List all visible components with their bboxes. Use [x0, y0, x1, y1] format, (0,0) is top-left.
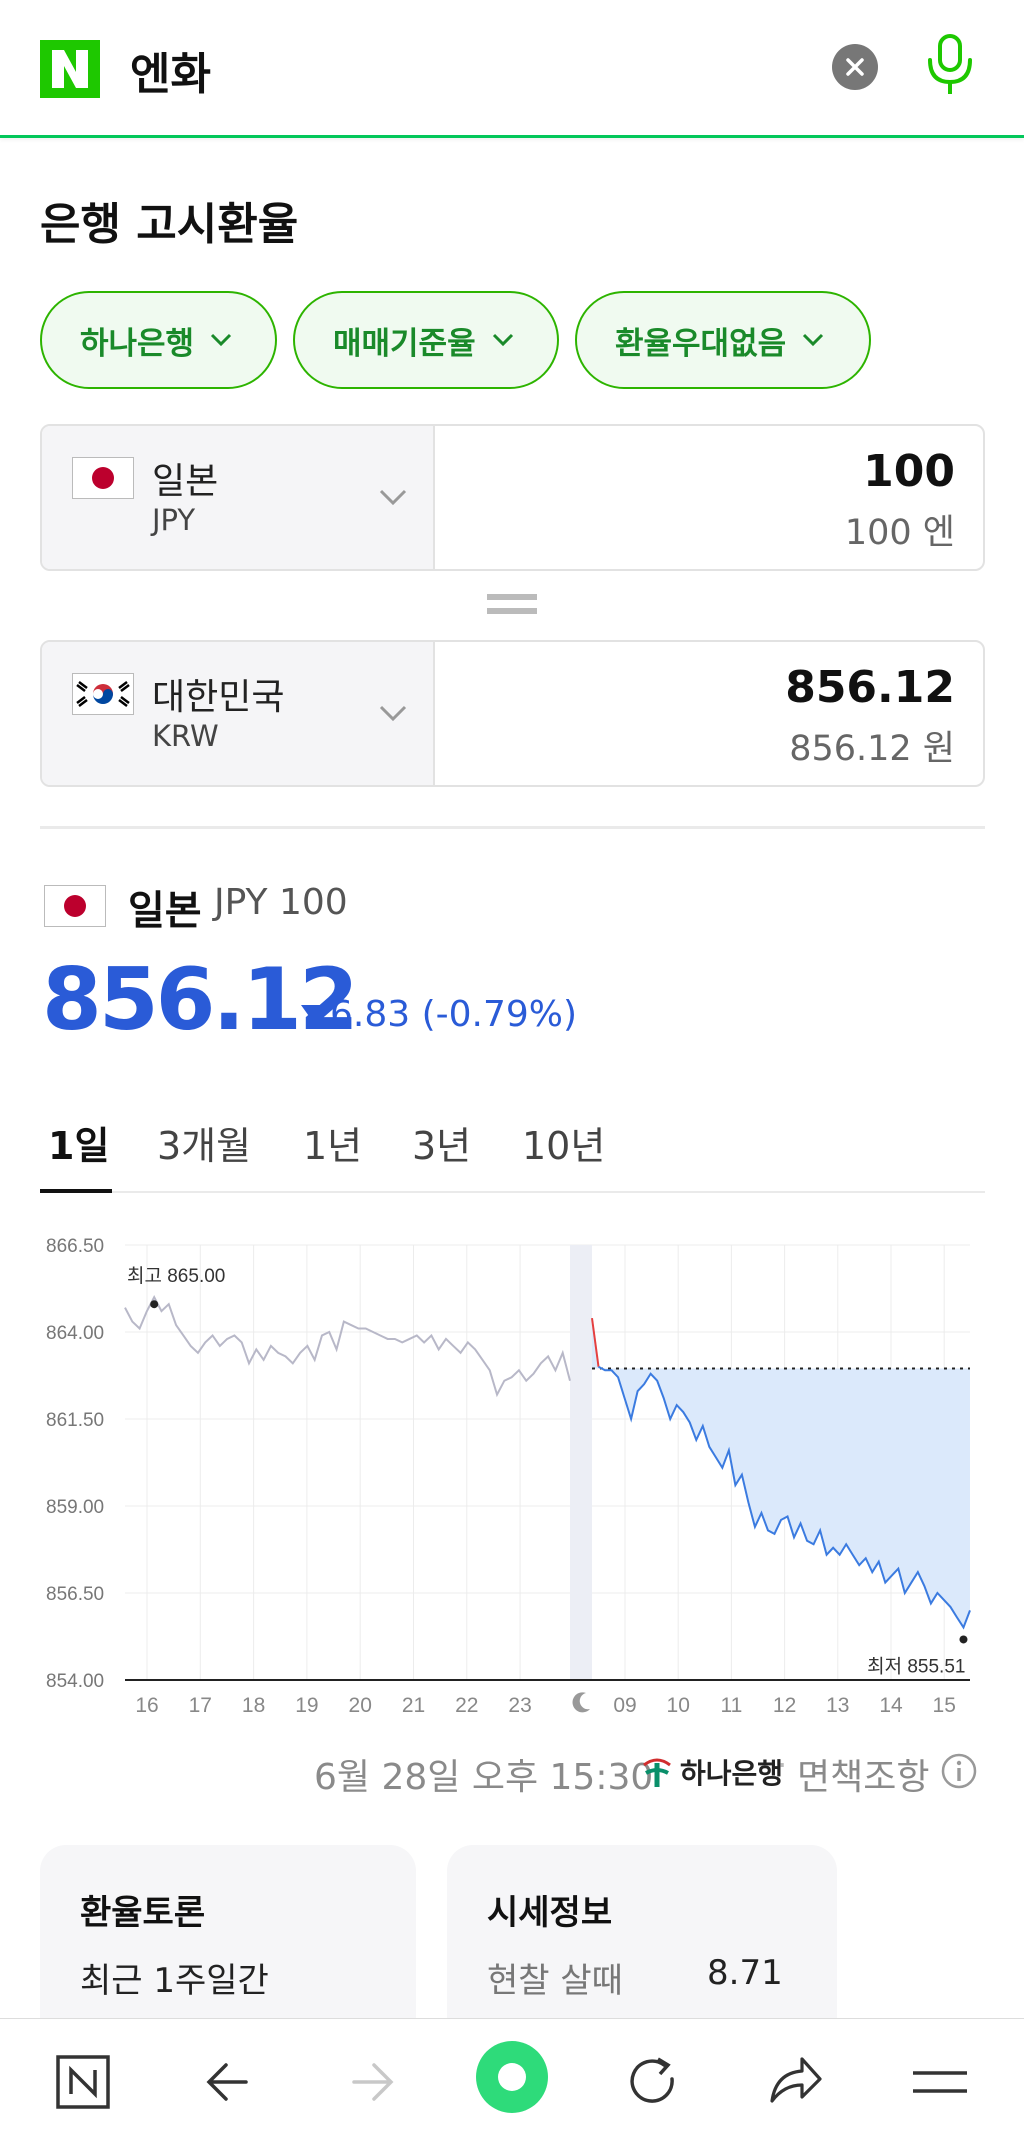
x-tick-label: 22 [455, 1694, 478, 1717]
to-country: 대한민국 [152, 677, 285, 718]
tab-1y[interactable]: 1년 [303, 1115, 362, 1170]
hana-bank-name: 하나은행 [680, 1757, 784, 1790]
high-label: 최고 865.00 [127, 1265, 225, 1287]
rate-value: 856.12 [42, 950, 359, 1050]
market-info-label: 현찰 살때 [487, 1961, 623, 2001]
to-amount-text: 856.12 원 [789, 729, 955, 769]
korea-flag-icon [72, 673, 134, 715]
y-tick-label: 866.50 [46, 1236, 104, 1257]
low-marker [959, 1635, 968, 1644]
from-country: 일본 [152, 461, 219, 502]
refresh-icon[interactable] [620, 2049, 686, 2115]
low-label: 최저 855.51 [867, 1655, 965, 1677]
x-tick-label: 10 [667, 1694, 690, 1717]
x-tick-label: 12 [773, 1694, 796, 1717]
x-tick-label: 09 [613, 1694, 636, 1717]
chevron-down-icon [379, 489, 407, 506]
chevron-down-icon [803, 333, 824, 347]
hana-logo-icon [643, 1758, 671, 1787]
search-header: 엔화 [0, 0, 1024, 138]
rate-code: JPY 100 [214, 882, 348, 923]
to-code: KRW [152, 719, 219, 753]
x-tick-label: 19 [295, 1694, 318, 1717]
home-n-icon[interactable] [50, 2049, 116, 2115]
period-tabs: 1일 3개월 1년 3년 10년 [40, 1105, 985, 1193]
section-title: 은행 고시환율 [40, 199, 299, 250]
y-tick-label: 856.50 [46, 1584, 104, 1605]
x-tick-label: 13 [826, 1694, 849, 1717]
x-tick-label: 11 [720, 1694, 742, 1717]
mic-icon[interactable] [920, 30, 980, 102]
to-amount-input[interactable]: 856.12 [785, 662, 955, 713]
equals-icon [487, 594, 537, 614]
chevron-down-icon [211, 333, 232, 347]
bank-filter-chip[interactable]: 하나은행 [40, 291, 277, 389]
from-amount-text: 100 엔 [844, 513, 955, 553]
market-info-title: 시세정보 [487, 1893, 613, 1933]
separator-dot: · [777, 1746, 788, 1784]
bottom-nav-bar [0, 2018, 1024, 2145]
x-tick-label: 16 [135, 1694, 158, 1717]
exchange-rate-chart[interactable]: 16 17 18 19 20 21 22 23 09 10 11 12 13 14 15 866.50 864.… [0, 1220, 1024, 1740]
active-tab-indicator [40, 1189, 112, 1193]
previous-day-line [124, 1295, 571, 1398]
y-tick-label: 864.00 [46, 1323, 104, 1344]
n-logo-icon[interactable] [40, 40, 100, 98]
preference-chip[interactable]: 환율우대없음 [575, 291, 871, 389]
discussion-text: 최근 1주일간 [80, 1961, 269, 2001]
down-triangle-icon [301, 1005, 321, 1019]
chart-timestamp: 6월 28일 오후 15:30 [314, 1757, 654, 1798]
rate-type-chip[interactable]: 매매기준율 [293, 291, 559, 389]
clear-icon[interactable] [832, 44, 878, 90]
tab-10y[interactable]: 10년 [522, 1115, 605, 1170]
green-dot-icon[interactable] [472, 2037, 552, 2117]
share-icon[interactable] [762, 2049, 828, 2115]
tab-3y[interactable]: 3년 [412, 1115, 471, 1170]
disclaimer-link[interactable]: 면책조항 [797, 1748, 929, 1800]
converter-to: 대한민국 KRW 856.12 856.12 원 [40, 640, 985, 787]
info-icon[interactable] [940, 1752, 978, 1790]
tab-3m[interactable]: 3개월 [157, 1115, 251, 1170]
chevron-down-icon [492, 333, 513, 347]
from-currency-select[interactable]: 일본 JPY [42, 426, 435, 569]
to-currency-select[interactable]: 대한민국 KRW [42, 642, 435, 785]
rate-change: 6.83 (-0.79%) [330, 994, 578, 1035]
high-marker [150, 1300, 159, 1309]
x-tick-label: 14 [879, 1694, 903, 1717]
x-tick-label: 21 [402, 1694, 425, 1717]
y-tick-label: 859.00 [46, 1497, 104, 1518]
x-tick-label: 18 [242, 1694, 265, 1717]
japan-flag-icon [44, 885, 106, 927]
market-closed-band [570, 1245, 592, 1680]
search-input[interactable]: 엔화 [130, 38, 211, 102]
converter-from: 일본 JPY 100 100 엔 [40, 424, 985, 571]
x-tick-label: 20 [349, 1694, 372, 1717]
y-tick-label: 861.50 [46, 1410, 104, 1431]
x-tick-label: 17 [189, 1694, 212, 1717]
from-amount-input[interactable]: 100 [863, 446, 955, 497]
market-info-value: 8.71 [707, 1953, 783, 1993]
japan-flag-icon [72, 457, 134, 499]
rate-type-label: 매매기준율 [333, 325, 476, 362]
tab-1d[interactable]: 1일 [48, 1115, 109, 1170]
x-tick-label: 15 [933, 1694, 956, 1717]
rate-country: 일본 [128, 888, 202, 934]
forward-arrow-icon[interactable] [338, 2049, 404, 2115]
chevron-down-icon [379, 705, 407, 722]
back-arrow-icon[interactable] [196, 2049, 262, 2115]
menu-icon[interactable] [907, 2049, 973, 2115]
hana-bank-logo: 하나은행 [640, 1752, 783, 1792]
discussion-title: 환율토론 [80, 1893, 206, 1933]
x-tick-label: 23 [508, 1694, 531, 1717]
moon-icon [572, 1692, 590, 1713]
from-code: JPY [152, 503, 196, 537]
bank-filter-label: 하나은행 [80, 325, 195, 362]
section-divider [40, 826, 985, 829]
y-tick-label: 854.00 [46, 1671, 104, 1692]
preference-label: 환율우대없음 [615, 325, 787, 362]
